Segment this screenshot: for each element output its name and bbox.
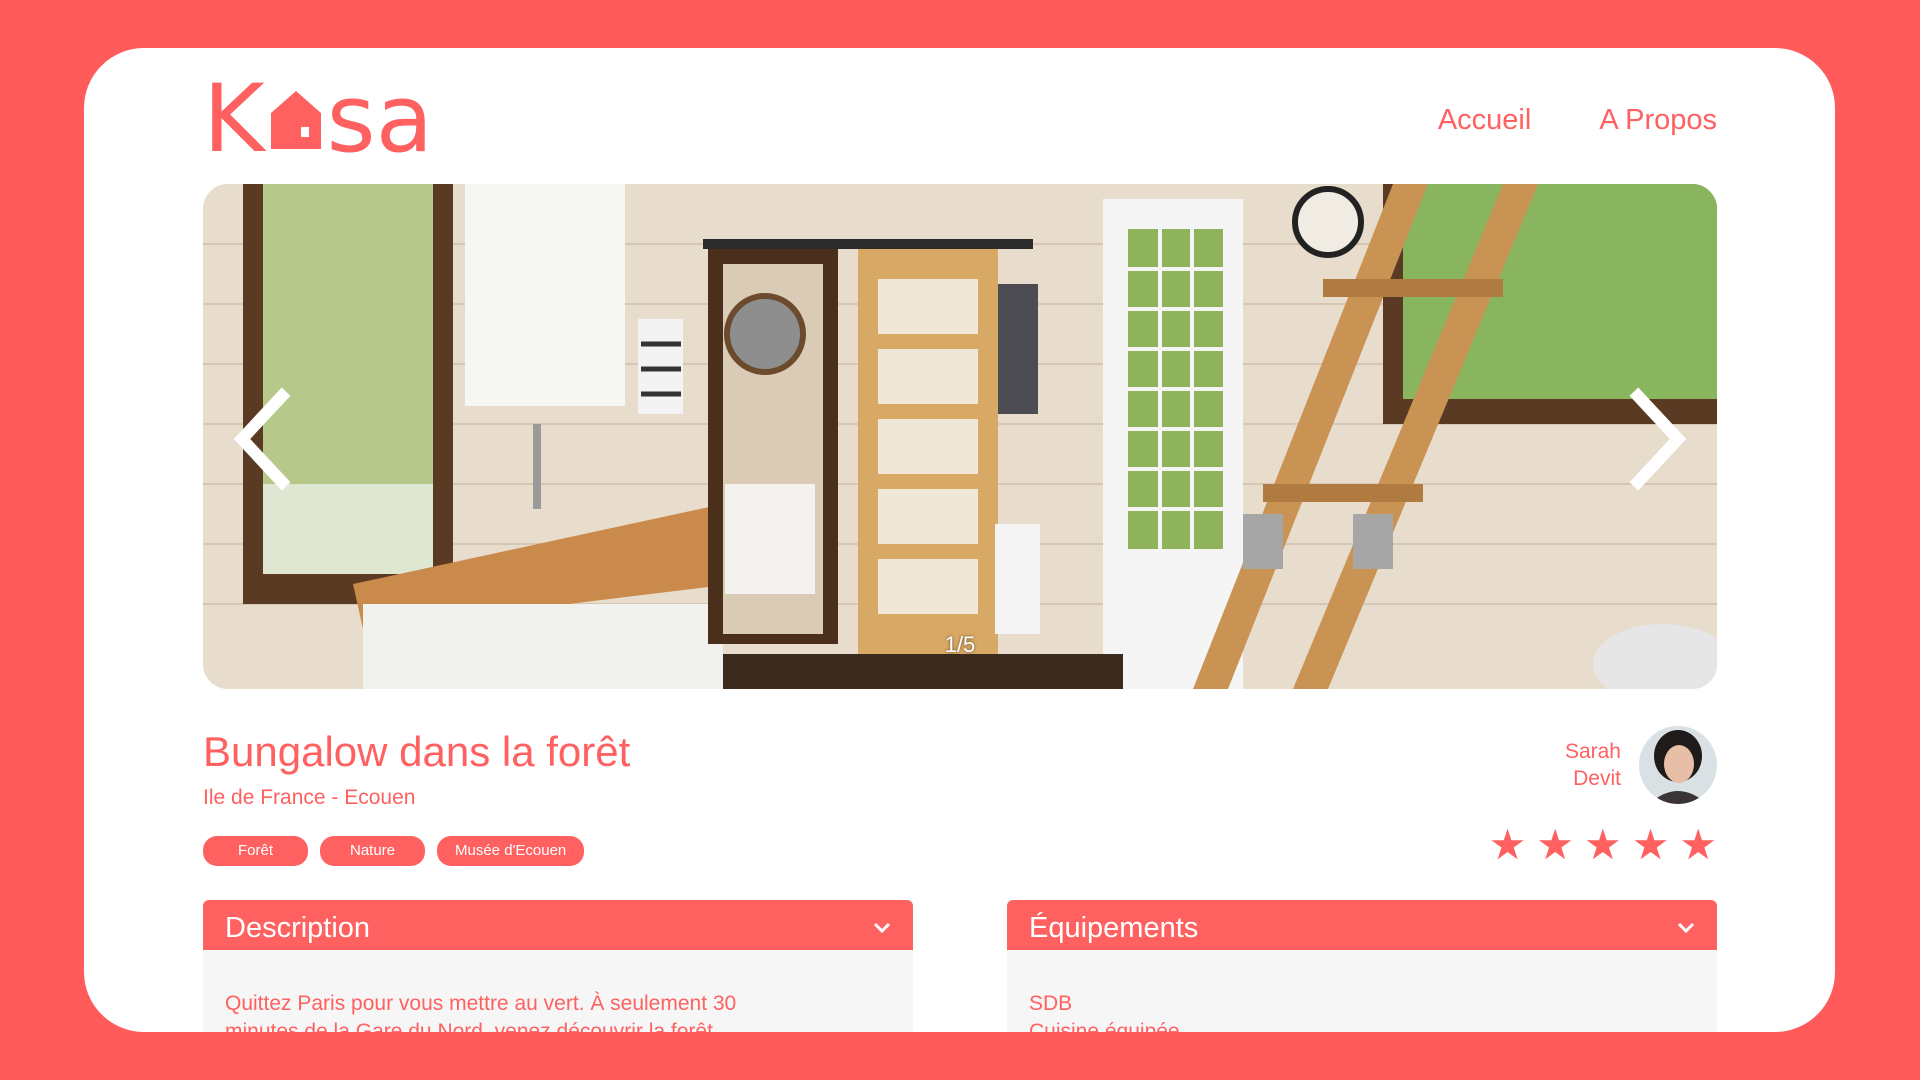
description-text-line: Quittez Paris pour vous mettre au vert. … [225,992,737,1015]
rating-stars: ★ ★ ★ ★ ★ [1489,824,1717,866]
host-portrait [1639,726,1717,804]
listing-location: Ile de France - Ecouen [203,786,416,809]
equipement-item: SDB [1029,992,1073,1015]
carousel-next-button[interactable] [1623,384,1693,494]
tag: Nature [320,836,425,866]
host-name: Sarah Devit [1565,738,1621,792]
logo-letter-k: K [203,65,265,174]
logo-letters-sa: sa [326,65,434,174]
house-icon [270,91,321,149]
equipements-collapse: Équipements SDB Cuisine équipée [1007,900,1717,1032]
tag: Forêt [203,836,308,866]
chevron-down-icon [1677,922,1695,934]
description-title: Description [225,911,371,944]
carousel-counter: 1/5 [944,632,976,657]
equipements-body: SDB Cuisine équipée [1007,950,1717,1032]
star-icon: ★ [1488,821,1527,868]
star-icon: ★ [1584,821,1622,868]
description-toggle[interactable]: Description [203,900,913,956]
star-icon: ★ [1536,821,1575,868]
app-frame: K sa Accueil A Propos 1/5 Bungalow dans … [84,48,1835,1032]
description-text-line: minutes de la Gare du Nord, venez découv… [225,1020,713,1032]
chevron-left-icon [233,387,291,491]
chevron-down-icon [873,922,891,934]
photo-carousel: 1/5 [203,184,1717,689]
host-last-name: Devit [1573,767,1621,790]
star-icon: ★ [1679,821,1717,868]
equipement-item: Cuisine équipée [1029,1020,1180,1032]
host-avatar [1639,726,1717,804]
description-collapse: Description Quittez Paris pour vous mett… [203,900,913,1032]
star-icon: ★ [1631,821,1670,868]
host-first-name: Sarah [1564,740,1621,763]
host-info: Sarah Devit [1565,726,1717,804]
chevron-right-icon [1629,387,1687,491]
tag-list: Forêt Nature Musée d'Ecouen [203,836,585,866]
equipements-toggle[interactable]: Équipements [1007,900,1717,956]
description-body: Quittez Paris pour vous mettre au vert. … [203,950,913,1032]
equipements-title: Équipements [1029,911,1199,944]
page-content: K sa Accueil A Propos 1/5 Bungalow dans … [203,48,1717,1032]
carousel-photo [203,184,1717,689]
kasa-logo[interactable]: K sa [203,72,433,168]
tag: Musée d'Ecouen [437,836,585,866]
main-nav: Accueil A Propos [1438,104,1717,137]
nav-link-accueil[interactable]: Accueil [1438,104,1532,137]
listing-title: Bungalow dans la forêt [203,728,631,775]
carousel-prev-button[interactable] [227,384,297,494]
nav-link-a-propos[interactable]: A Propos [1599,104,1717,137]
